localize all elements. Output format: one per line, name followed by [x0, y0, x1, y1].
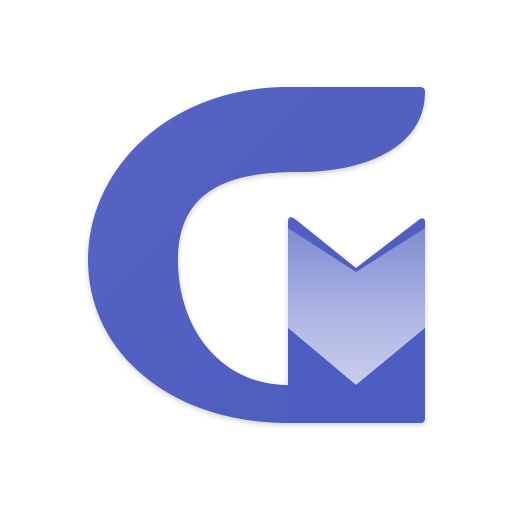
app-icon-canvas: [0, 0, 512, 512]
g-arrow-logo-icon: [88, 87, 425, 423]
